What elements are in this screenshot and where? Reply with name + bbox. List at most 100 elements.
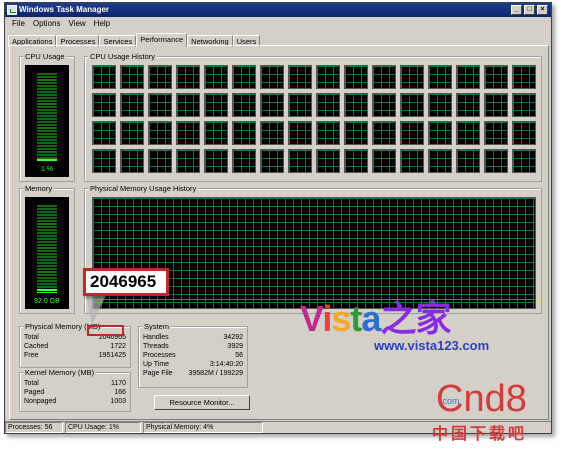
cpu-core-graph: [456, 93, 480, 117]
memory-history-label: Physical Memory Usage History: [88, 184, 199, 193]
memory-usage-value: 92.0 GB: [34, 298, 60, 305]
cpu-core-graph: [484, 121, 508, 145]
cnd8-com: .com: [440, 396, 460, 406]
cpu-core-graph: [316, 149, 340, 173]
minimize-button[interactable]: _: [511, 5, 522, 15]
physical-free-row: Free 1951425: [24, 351, 126, 360]
cpu-core-graph: [372, 149, 396, 173]
kernel-nonpaged-row: Nonpaged 1003: [24, 397, 126, 406]
cpu-core-graph: [176, 65, 200, 89]
cpu-core-graph: [120, 93, 144, 117]
cpu-core-graph: [204, 149, 228, 173]
stat-name: Handles: [143, 334, 169, 341]
stat-name: Paged: [24, 389, 45, 396]
cpu-core-graph: [400, 121, 424, 145]
cpu-core-graph: [344, 149, 368, 173]
stat-value: 1722: [110, 343, 126, 350]
cpu-core-graph: [288, 121, 312, 145]
cpu-core-graph: [372, 121, 396, 145]
title-bar[interactable]: Windows Task Manager _ □ ×: [5, 3, 551, 17]
cpu-meter-fill: [37, 159, 57, 161]
resource-monitor-button[interactable]: Resource Monitor...: [154, 395, 250, 410]
cpu-core-graph: [344, 121, 368, 145]
cpu-core-graph: [92, 93, 116, 117]
cpu-core-graph: [512, 121, 536, 145]
cpu-core-graph: [372, 93, 396, 117]
cpu-usage-value: 1 %: [40, 166, 54, 173]
status-processes: Processes: 56: [5, 422, 63, 433]
cpu-core-graph: [288, 149, 312, 173]
maximize-button[interactable]: □: [524, 5, 535, 15]
stat-name: Total: [24, 380, 39, 387]
system-uptime-row: Up Time 3:14:40:20: [143, 360, 243, 369]
cpu-core-graph: [484, 65, 508, 89]
kernel-total-row: Total 1170: [24, 379, 126, 388]
callout-pointer: [86, 295, 106, 325]
system-threads-row: Threads 3929: [143, 342, 243, 351]
stat-name: Threads: [143, 343, 169, 350]
cpu-core-graph: [344, 93, 368, 117]
cpu-core-graph: [176, 149, 200, 173]
cpu-core-graph: [232, 149, 256, 173]
cpu-core-graph: [484, 93, 508, 117]
stat-value: 3929: [227, 343, 243, 350]
cpu-core-graph: [372, 65, 396, 89]
stat-name: Total: [24, 334, 39, 341]
menu-file[interactable]: File: [8, 17, 29, 30]
cpu-core-graph: [512, 65, 536, 89]
cpu-core-graph: [148, 149, 172, 173]
system-handles-row: Handles 34292: [143, 333, 243, 342]
cpu-core-graph: [204, 121, 228, 145]
cpu-core-graph: [204, 93, 228, 117]
vista-logo-text: Vista之家: [300, 298, 451, 339]
performance-panel: CPU Usage 1 % CPU Usage History Memory 9…: [9, 45, 549, 420]
cpu-core-graph: [456, 65, 480, 89]
task-manager-window: Windows Task Manager _ □ × File Options …: [4, 2, 552, 434]
cpu-core-graph: [484, 149, 508, 173]
close-button[interactable]: ×: [537, 5, 548, 15]
status-cpu-usage: CPU Usage: 1%: [65, 422, 141, 433]
menu-view[interactable]: View: [64, 17, 89, 30]
cpu-core-graph: [92, 65, 116, 89]
system-label: System: [142, 322, 172, 331]
stat-value: 1170: [110, 380, 126, 387]
cpu-usage-label: CPU Usage: [23, 52, 67, 61]
kernel-memory-group: Kernel Memory (MB) Total 1170 Paged 166 No…: [19, 368, 131, 412]
cpu-core-graph: [232, 121, 256, 145]
cpu-core-graph: [512, 93, 536, 117]
cpu-core-graph: [148, 121, 172, 145]
vista-url: www.vista123.com: [374, 338, 490, 353]
cpu-core-graph: [176, 93, 200, 117]
tab-performance[interactable]: Performance: [136, 33, 188, 47]
menu-help[interactable]: Help: [90, 17, 114, 30]
stat-name: Cached: [24, 343, 49, 350]
cpu-core-graph: [92, 121, 116, 145]
cpu-meter-track: [37, 73, 57, 161]
cpu-history-graphs: [92, 65, 540, 177]
cpu-core-graph: [288, 65, 312, 89]
stat-name: Free: [24, 352, 39, 359]
cpu-core-graph: [148, 93, 172, 117]
cpu-core-graph: [260, 149, 284, 173]
menu-options[interactable]: Options: [29, 17, 65, 30]
cpu-core-graph: [400, 149, 424, 173]
cpu-core-graph: [428, 65, 452, 89]
cpu-core-graph: [204, 65, 228, 89]
physical-memory-stats: Total 2046965 Cached 1722 Free 1951425: [24, 333, 126, 360]
cpu-core-graph: [176, 121, 200, 145]
memory-meter-track: [37, 205, 57, 293]
cnd8-chinese: 中国下载吧: [432, 426, 528, 443]
cpu-core-graph: [400, 65, 424, 89]
cpu-core-graph: [260, 93, 284, 117]
stat-value: 34292: [223, 334, 243, 341]
cpu-core-graph: [232, 65, 256, 89]
cpu-core-graph: [120, 121, 144, 145]
total-memory-highlight: [87, 325, 124, 336]
stat-value: 56: [235, 352, 243, 359]
system-stats: Handles 34292 Threads 3929 Processes 56 Up …: [143, 333, 243, 378]
total-memory-callout: 2046965: [83, 268, 169, 296]
stat-value: 1951425: [98, 352, 126, 359]
cpu-usage-group: CPU Usage 1 %: [19, 52, 75, 182]
stat-name: Processes: [143, 352, 176, 359]
kernel-memory-stats: Total 1170 Paged 166 Nonpaged 1003: [24, 379, 126, 406]
